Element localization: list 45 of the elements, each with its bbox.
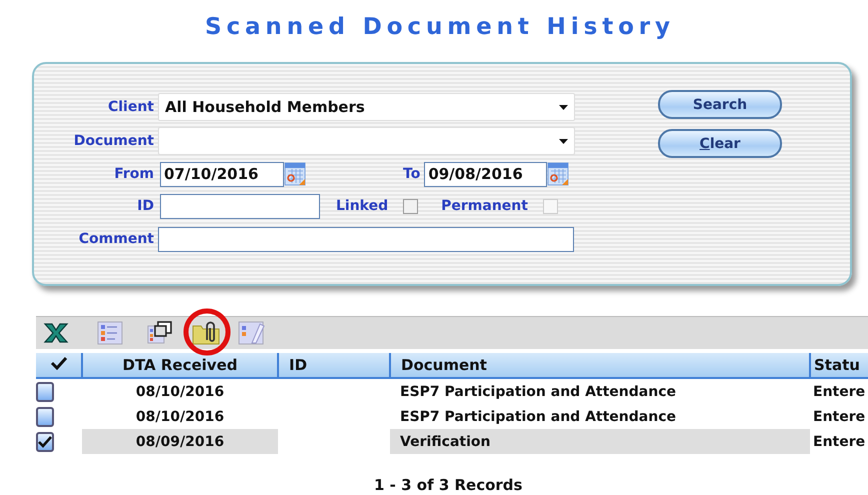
paperclip-folder-icon[interactable]	[191, 320, 221, 346]
field-label: ID	[137, 198, 154, 214]
dropdown[interactable]: All Household Members	[158, 93, 575, 121]
column-header[interactable]: ID	[278, 353, 390, 378]
date-field[interactable]: 07/10/2016	[160, 162, 284, 186]
comment-field[interactable]	[158, 226, 574, 252]
checkbox[interactable]	[403, 198, 418, 214]
date-field[interactable]: 09/08/2016	[424, 162, 548, 186]
column-header[interactable]	[36, 353, 82, 378]
cross-icon[interactable]	[43, 322, 69, 344]
action-button[interactable]: Search	[658, 90, 782, 119]
field-label: To	[403, 166, 420, 182]
field-label: Client	[108, 99, 154, 115]
calendar-icon[interactable]	[547, 162, 570, 186]
check-icon	[50, 356, 68, 370]
checkbox-label: Linked	[336, 198, 388, 214]
copy-icon[interactable]	[147, 321, 173, 345]
calendar-icon[interactable]	[284, 162, 306, 186]
table-cell: 08/10/2016	[82, 378, 278, 404]
column-header[interactable]: Document	[390, 353, 810, 378]
table-cell: ESP7 Participation and Attendance	[390, 404, 810, 429]
table-cell: Verification	[390, 429, 810, 454]
record-count: 1 - 3 of 3 Records	[374, 476, 524, 494]
table-cell: 08/09/2016	[82, 429, 278, 454]
row-checkbox[interactable]	[36, 406, 54, 426]
list-icon[interactable]	[97, 321, 123, 345]
table-cell: 08/10/2016	[82, 404, 278, 429]
row-checkbox[interactable]	[36, 382, 54, 402]
document-icon[interactable]	[238, 321, 266, 345]
table-cell: ESP7 Participation and Attendance	[390, 378, 810, 404]
checkbox-label: Permanent	[441, 198, 528, 214]
row-checkbox[interactable]	[36, 432, 54, 452]
page-title: Scanned Document History	[204, 13, 676, 40]
column-header[interactable]: Statu	[810, 353, 868, 378]
caret-icon	[559, 104, 568, 110]
caret-icon	[559, 138, 568, 144]
field-label: Comment	[78, 231, 154, 247]
field-label: From	[114, 166, 154, 182]
action-button[interactable]: Clear	[658, 129, 782, 158]
field-label: Document	[74, 133, 154, 149]
table-cell: Entere	[810, 429, 868, 454]
table-cell: Entere	[810, 404, 868, 429]
column-header[interactable]: DTA Received	[82, 353, 278, 378]
id-field[interactable]	[160, 194, 320, 218]
table-cell: Entere	[810, 378, 868, 404]
